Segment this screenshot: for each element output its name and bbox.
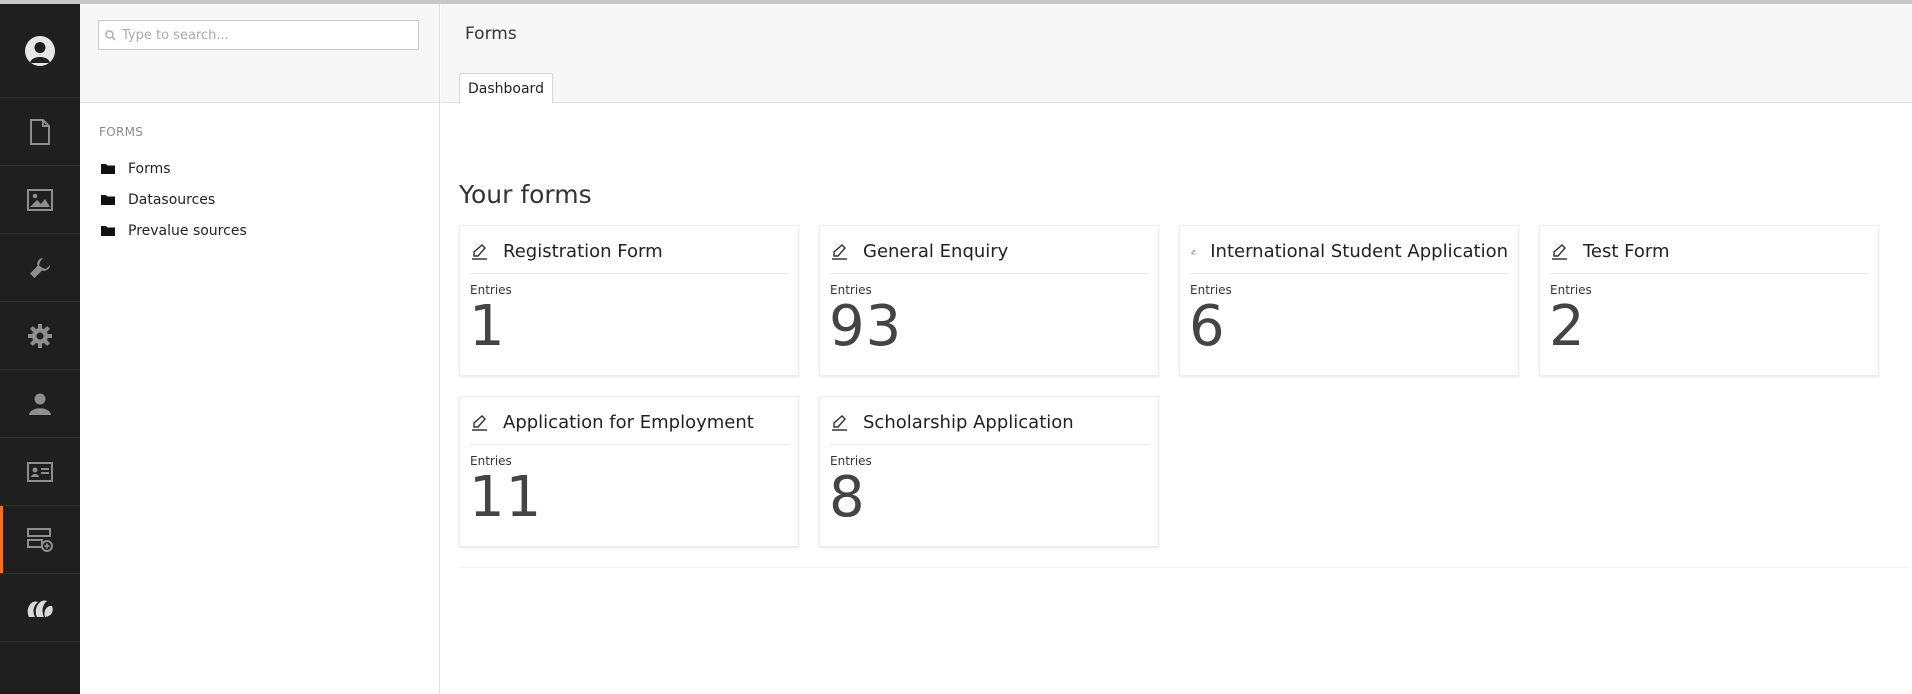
- folder-icon: [101, 226, 115, 236]
- search-box[interactable]: [98, 20, 419, 50]
- card-header: Scholarship Application: [830, 397, 1148, 445]
- tree-section-title: FORMS: [99, 125, 144, 139]
- card-entries-count: 93: [829, 294, 903, 359]
- section-developer-button[interactable]: [0, 302, 80, 370]
- card-entries-count: 8: [829, 465, 866, 530]
- divider: [459, 567, 1909, 568]
- umbraco-logo-button[interactable]: [0, 574, 80, 642]
- card-header: Test Form: [1550, 226, 1868, 274]
- form-edit-icon: [472, 414, 487, 431]
- section-members-button[interactable]: [0, 438, 80, 506]
- form-card-registration-form[interactable]: Registration Form Entries 1: [459, 225, 799, 376]
- tree-item-label: Prevalue sources: [128, 222, 247, 239]
- user-avatar-button[interactable]: [0, 4, 80, 98]
- your-forms-heading: Your forms: [459, 180, 592, 209]
- card-title: Application for Employment: [503, 412, 754, 433]
- tree-item-prevalue-sources[interactable]: Prevalue sources: [80, 215, 439, 246]
- form-card-test-form[interactable]: Test Form Entries 2: [1539, 225, 1879, 376]
- user-avatar-icon: [25, 35, 55, 66]
- section-forms-button[interactable]: [0, 506, 80, 574]
- form-card-application-for-employment[interactable]: Application for Employment Entries 11: [459, 396, 799, 547]
- image-icon: [27, 188, 53, 211]
- card-header: International Student Application: [1190, 226, 1508, 274]
- card-title: General Enquiry: [863, 241, 1009, 262]
- card-header: Registration Form: [470, 226, 788, 274]
- card-entries-count: 11: [469, 465, 543, 530]
- card-title: Registration Form: [503, 241, 663, 262]
- section-content-button[interactable]: [0, 98, 80, 166]
- form-edit-icon: [832, 243, 847, 260]
- search-input[interactable]: [116, 22, 418, 48]
- forms-icon: [27, 527, 53, 552]
- card-title: Test Form: [1583, 241, 1670, 262]
- form-edit-icon: [1552, 243, 1567, 260]
- search-icon: [105, 29, 116, 41]
- form-card-scholarship-application[interactable]: Scholarship Application Entries 8: [819, 396, 1159, 547]
- card-entries-count: 2: [1549, 294, 1586, 359]
- form-card-international-student-application[interactable]: International Student Application Entrie…: [1179, 225, 1519, 376]
- tree-panel: FORMS Forms Datasources Prevalue sources: [80, 4, 440, 694]
- tree-item-forms[interactable]: Forms: [80, 153, 439, 184]
- form-card-general-enquiry[interactable]: General Enquiry Entries 93: [819, 225, 1159, 376]
- section-media-button[interactable]: [0, 166, 80, 234]
- card-entries-count: 6: [1189, 294, 1226, 359]
- contact-card-icon: [27, 461, 53, 482]
- tree-header: [80, 4, 439, 103]
- main-area: Forms Dashboard Your forms Registration …: [441, 4, 1912, 694]
- section-users-button[interactable]: [0, 370, 80, 438]
- folder-icon: [101, 164, 115, 174]
- tree-item-datasources[interactable]: Datasources: [80, 184, 439, 215]
- folder-icon: [101, 195, 115, 205]
- tab-dashboard[interactable]: Dashboard: [459, 73, 553, 104]
- page-title: Forms: [465, 24, 517, 44]
- card-header: Application for Employment: [470, 397, 788, 445]
- main-header: Forms Dashboard: [441, 4, 1912, 104]
- form-edit-icon: [1191, 249, 1196, 254]
- app-rail: [0, 4, 80, 694]
- member-icon: [29, 393, 51, 415]
- tree-item-label: Datasources: [128, 191, 216, 208]
- card-title: International Student Application: [1210, 241, 1508, 262]
- section-settings-button[interactable]: [0, 234, 80, 302]
- document-icon: [30, 118, 50, 145]
- card-entries-count: 1: [469, 294, 506, 359]
- wrench-icon: [30, 257, 50, 278]
- card-title: Scholarship Application: [863, 412, 1074, 433]
- form-edit-icon: [832, 414, 847, 431]
- tree-item-label: Forms: [128, 160, 171, 177]
- card-header: General Enquiry: [830, 226, 1148, 274]
- gear-icon: [28, 323, 52, 348]
- form-edit-icon: [472, 243, 487, 260]
- umbraco-logo-icon: [27, 599, 53, 617]
